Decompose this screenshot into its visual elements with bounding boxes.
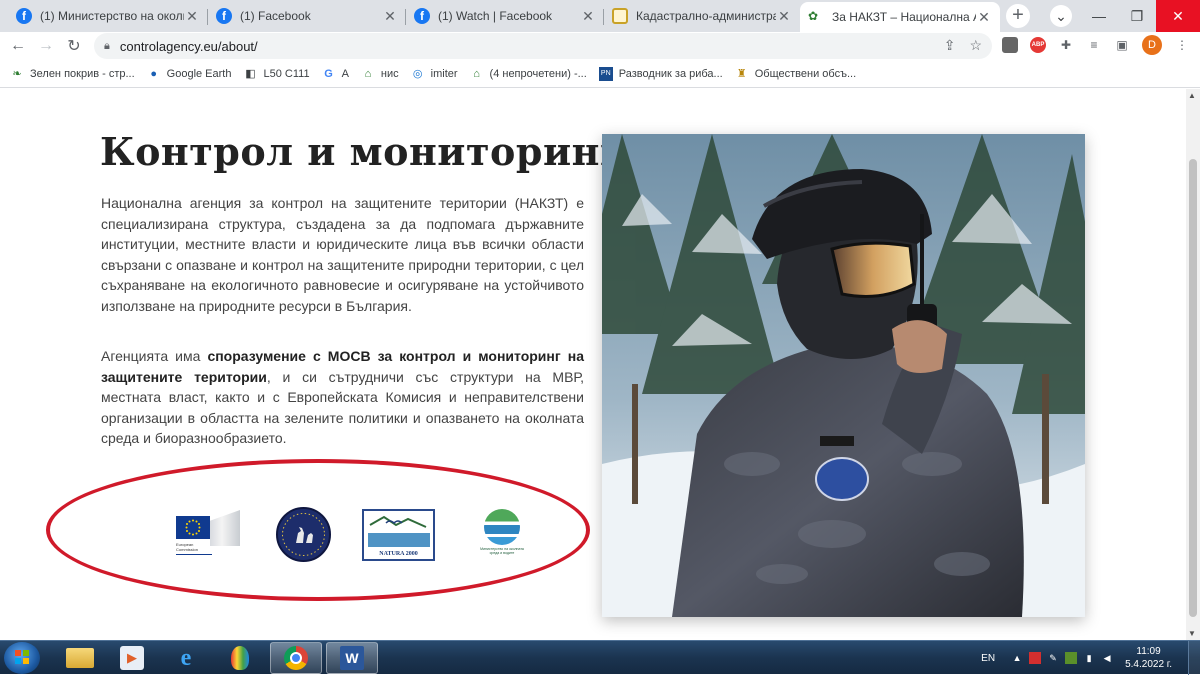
tools-icon[interactable]: ✎ bbox=[1047, 652, 1059, 664]
paint-taskbar-button[interactable] bbox=[214, 642, 266, 674]
bookmark-item[interactable]: ❧ Зелен покрив - стр... bbox=[10, 67, 134, 81]
chrome-icon bbox=[284, 646, 308, 670]
network-icon[interactable]: ▮ bbox=[1083, 652, 1095, 664]
bookmark-item[interactable]: ♜ Обществени обсъ... bbox=[735, 67, 856, 81]
start-button[interactable] bbox=[4, 642, 40, 674]
close-icon[interactable]: ✕ bbox=[776, 8, 792, 25]
close-icon[interactable]: ✕ bbox=[976, 9, 992, 26]
lock-icon[interactable]: 🔒︎ bbox=[104, 40, 110, 53]
page-title: Контрол и мониторинг bbox=[100, 129, 624, 174]
close-icon[interactable]: ✕ bbox=[580, 8, 596, 25]
internet-explorer-icon: e bbox=[180, 644, 192, 671]
google-icon: G bbox=[324, 67, 333, 80]
tab-cadastre[interactable]: Кадастрално-административ ✕ bbox=[604, 2, 800, 30]
new-tab-button[interactable]: + bbox=[1006, 4, 1030, 28]
bookmark-item[interactable]: GA bbox=[322, 67, 349, 81]
nvidia-icon[interactable] bbox=[1065, 652, 1078, 664]
tab-watch-facebook[interactable]: f (1) Watch | Facebook ✕ bbox=[406, 2, 604, 30]
leaf-icon: ❧ bbox=[12, 68, 22, 80]
extensions-puzzle-icon[interactable]: ✚ bbox=[1058, 37, 1074, 53]
pdf-icon[interactable] bbox=[1029, 652, 1042, 664]
tab-moew-facebook[interactable]: f (1) Министерство на околната ✕ bbox=[8, 2, 208, 30]
home-icon: ⌂ bbox=[364, 67, 372, 80]
chrome-taskbar-button[interactable] bbox=[270, 642, 322, 674]
minimize-button[interactable]: — bbox=[1080, 0, 1118, 32]
tab-nakzt-about[interactable]: ✿ За НАКЗТ – Национална Аген ✕ bbox=[800, 2, 1000, 32]
balloon-icon bbox=[231, 646, 249, 670]
scroll-up-icon[interactable]: ▲ bbox=[1188, 91, 1196, 100]
volume-icon[interactable]: ◀ bbox=[1101, 652, 1113, 664]
agreement-paragraph: Агенцията има споразумение с МОСВ за кон… bbox=[101, 346, 584, 449]
reload-button[interactable]: ↻ bbox=[60, 36, 88, 56]
reading-list-icon[interactable]: ≡ bbox=[1086, 37, 1102, 53]
tab-title: (1) Facebook bbox=[240, 9, 311, 23]
tab-title: За НАКЗТ – Национална Аген bbox=[832, 10, 976, 24]
bookmark-item[interactable]: ⌂ нис bbox=[361, 67, 399, 81]
globe-icon: ● bbox=[150, 67, 157, 80]
folder-icon bbox=[66, 648, 94, 668]
ranger-photo bbox=[602, 134, 1085, 617]
word-icon: W bbox=[340, 646, 364, 670]
bookmarks-bar: ❧ Зелен покрив - стр... ● Google Earth ◧ L5… bbox=[0, 60, 1200, 88]
cadastre-icon bbox=[612, 8, 628, 24]
tab-facebook[interactable]: f (1) Facebook ✕ bbox=[208, 2, 406, 30]
tab-strip: f (1) Министерство на околната ✕ f (1) F… bbox=[0, 0, 1200, 32]
close-window-button[interactable]: ✕ bbox=[1156, 0, 1200, 32]
language-indicator[interactable]: EN bbox=[981, 653, 995, 664]
scrollbar-thumb[interactable] bbox=[1189, 159, 1197, 617]
facebook-icon: f bbox=[414, 8, 430, 24]
bookmark-star-icon[interactable]: ☆ bbox=[969, 37, 982, 54]
profile-avatar[interactable]: D bbox=[1142, 35, 1162, 55]
word-taskbar-button[interactable]: W bbox=[326, 642, 378, 674]
paragraph-text: Агенцията има bbox=[101, 348, 208, 364]
intro-paragraph: Национална агенция за контрол на защитен… bbox=[101, 195, 584, 314]
scroll-down-icon[interactable]: ▼ bbox=[1188, 629, 1196, 638]
clock[interactable]: 11:09 5.4.2022 г. bbox=[1125, 645, 1172, 671]
back-button[interactable]: ← bbox=[4, 37, 32, 55]
url-text[interactable]: controlagency.eu/about/ bbox=[120, 39, 258, 54]
internet-explorer-taskbar-button[interactable]: e bbox=[160, 642, 212, 674]
facebook-icon: f bbox=[216, 8, 232, 24]
clock-time: 11:09 bbox=[1136, 646, 1161, 657]
bookmark-item[interactable]: ⌂ (4 непрочетени) -... bbox=[470, 67, 587, 81]
system-tray: EN ▲ ✎ ▮ ◀ 11:09 5.4.2022 г. bbox=[981, 641, 1200, 675]
browser-toolbar: ← → ↻ 🔒︎ controlagency.eu/about/ ⇪ ☆ ABP… bbox=[0, 32, 1200, 60]
extension-icon[interactable] bbox=[1002, 37, 1018, 53]
share-icon[interactable]: ⇪ bbox=[944, 37, 956, 54]
annotation-ellipse bbox=[46, 459, 590, 601]
show-desktop-button[interactable] bbox=[1188, 641, 1200, 675]
windows-taskbar: ▶ e W EN ▲ ✎ ▮ ◀ 11:09 5.4.2022 г. bbox=[0, 640, 1200, 675]
close-icon[interactable]: ✕ bbox=[184, 8, 200, 25]
tab-title: (1) Министерство на околната bbox=[40, 9, 184, 23]
bookmark-item[interactable]: PN Разводник за риба... bbox=[598, 66, 723, 81]
page-viewport: Контрол и мониторинг Национална агенция … bbox=[0, 89, 1186, 640]
tab-search-button[interactable]: ⌄ bbox=[1050, 5, 1072, 27]
clock-date: 5.4.2022 г. bbox=[1125, 659, 1172, 670]
close-icon[interactable]: ✕ bbox=[382, 8, 398, 25]
play-icon: ▶ bbox=[120, 646, 144, 670]
bookmark-item[interactable]: ◧ L50 C111 bbox=[243, 67, 309, 81]
imiter-icon: ◎ bbox=[412, 68, 423, 80]
tab-title: (1) Watch | Facebook bbox=[438, 9, 553, 23]
bookmark-item[interactable]: ◎ imiter bbox=[411, 67, 458, 81]
tab-title: Кадастрално-административ bbox=[636, 9, 776, 23]
map-icon: ◧ bbox=[245, 68, 256, 80]
pn-icon: PN bbox=[598, 66, 613, 81]
bookmark-item[interactable]: ● Google Earth bbox=[147, 67, 231, 81]
forward-button[interactable]: → bbox=[32, 37, 60, 55]
file-explorer-taskbar-button[interactable] bbox=[54, 642, 106, 674]
media-player-taskbar-button[interactable]: ▶ bbox=[106, 642, 158, 674]
page-scrollbar[interactable]: ▲ ▼ bbox=[1186, 89, 1200, 640]
side-panel-icon[interactable]: ▣ bbox=[1114, 37, 1130, 53]
adblock-icon[interactable]: ABP bbox=[1030, 37, 1046, 53]
up-arrow-icon[interactable]: ▲ bbox=[1011, 652, 1023, 664]
crest-icon: ♜ bbox=[736, 68, 747, 80]
site-favicon: ✿ bbox=[808, 9, 819, 23]
home-icon: ⌂ bbox=[473, 67, 480, 80]
facebook-icon: f bbox=[16, 8, 32, 24]
address-bar[interactable]: 🔒︎ controlagency.eu/about/ ⇪ ☆ bbox=[94, 33, 992, 59]
menu-icon[interactable]: ⋮ bbox=[1174, 37, 1190, 53]
windows-logo-icon bbox=[15, 650, 29, 664]
restore-button[interactable]: ❐ bbox=[1118, 0, 1156, 32]
